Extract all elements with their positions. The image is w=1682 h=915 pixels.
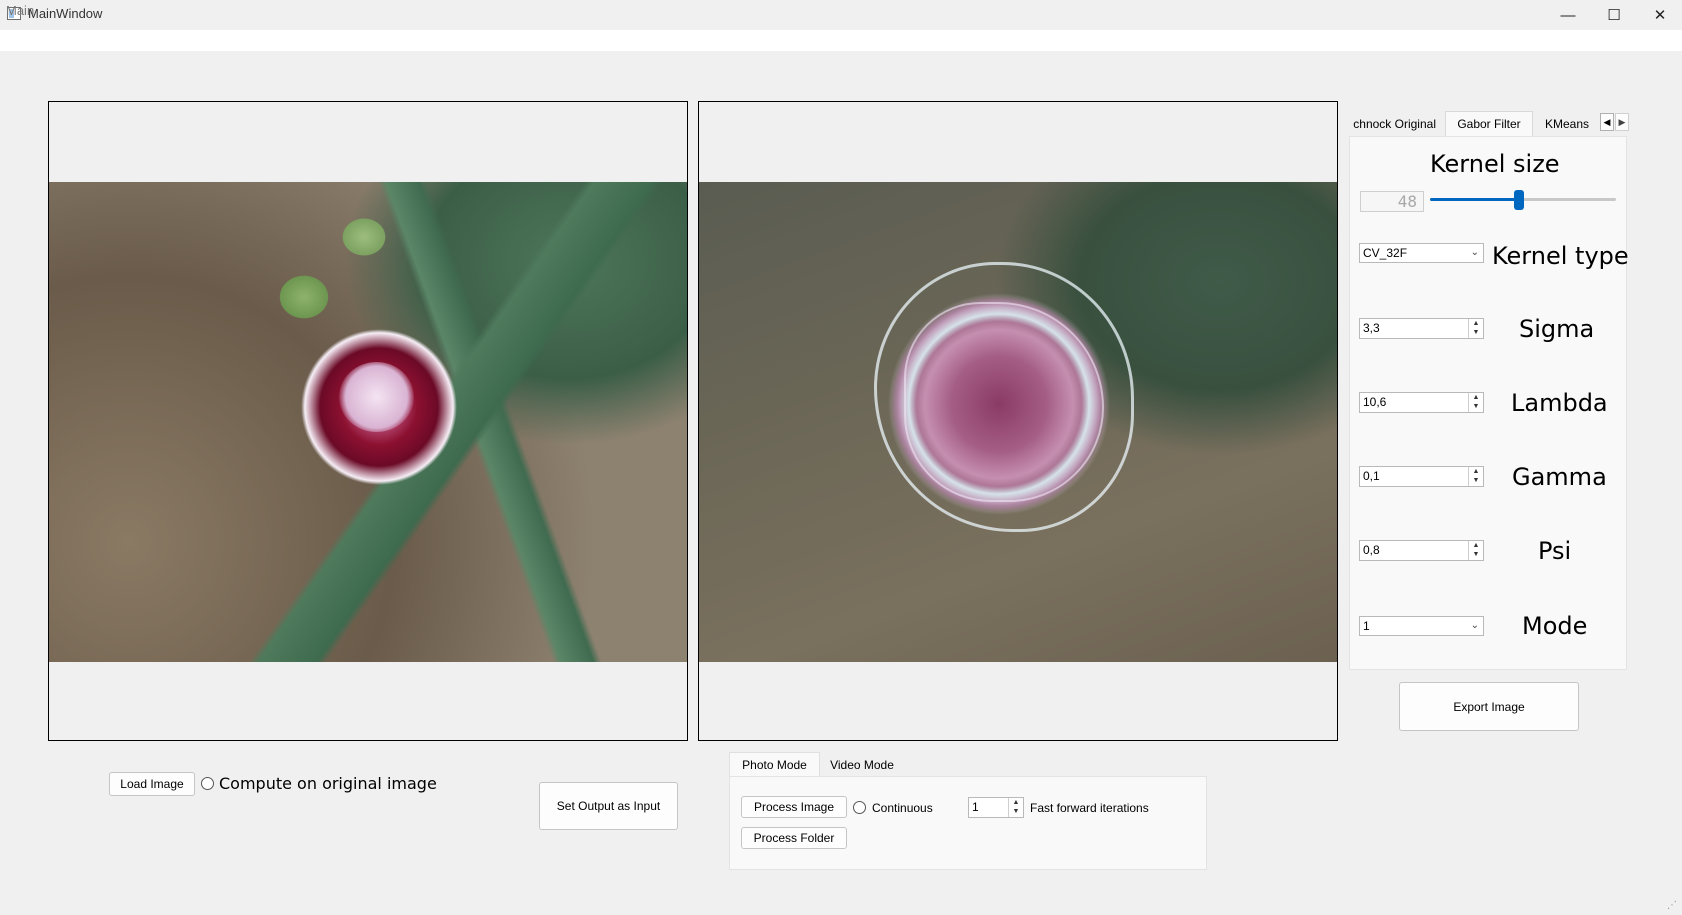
kernel-type-dropdown[interactable]: CV_32F ⌄ — [1359, 243, 1484, 263]
iterations-spinbox[interactable]: 1 ▲ ▼ — [968, 797, 1024, 818]
kernel-size-slider-handle[interactable] — [1514, 190, 1524, 210]
sigma-spinbox[interactable]: 3,3 ▲ ▼ — [1359, 318, 1484, 339]
lambda-label: Lambda — [1511, 389, 1608, 417]
tab-scroll-right-icon[interactable]: ▶ — [1615, 113, 1629, 131]
process-image-button[interactable]: Process Image — [741, 796, 847, 818]
kernel-type-label: Kernel type — [1492, 242, 1629, 270]
spin-up-icon[interactable]: ▲ — [1469, 541, 1483, 550]
process-folder-button[interactable]: Process Folder — [741, 827, 847, 849]
flower-center — [339, 362, 414, 432]
output-photo-gabor-filtered — [699, 182, 1337, 662]
maximize-button[interactable]: ☐ — [1591, 0, 1637, 30]
spin-down-icon[interactable]: ▼ — [1469, 550, 1483, 559]
tab-scroll-left-icon[interactable]: ◀ — [1600, 113, 1614, 131]
psi-spinbox[interactable]: 0,8 ▲ ▼ — [1359, 540, 1484, 561]
iterations-value: 1 — [972, 800, 979, 814]
spin-up-icon[interactable]: ▲ — [1469, 393, 1483, 402]
gamma-spinbox[interactable]: 0,1 ▲ ▼ — [1359, 466, 1484, 487]
resize-grip-icon[interactable]: ⋰ — [1667, 900, 1677, 911]
tab-photo-mode[interactable]: Photo Mode — [729, 752, 820, 777]
menu-bar — [0, 30, 1682, 51]
continuous-radio[interactable] — [853, 801, 866, 814]
psi-value: 0,8 — [1363, 543, 1380, 557]
tab-video-mode[interactable]: Video Mode — [820, 753, 904, 777]
tab-kmeans[interactable]: KMeans — [1533, 112, 1601, 136]
lambda-value: 10,6 — [1363, 395, 1387, 409]
mode-value: 1 — [1363, 619, 1370, 633]
gamma-stepper[interactable]: ▲ ▼ — [1468, 467, 1483, 486]
spin-down-icon[interactable]: ▼ — [1469, 476, 1483, 485]
gamma-value: 0,1 — [1363, 469, 1380, 483]
spin-up-icon[interactable]: ▲ — [1469, 467, 1483, 476]
minimize-button[interactable]: — — [1545, 0, 1591, 30]
load-image-button[interactable]: Load Image — [109, 772, 195, 796]
window-title: MainWindow — [28, 6, 103, 21]
chevron-down-icon: ⌄ — [1470, 620, 1479, 631]
output-image-view — [698, 101, 1338, 741]
spin-up-icon[interactable]: ▲ — [1009, 798, 1023, 807]
close-button[interactable]: ✕ — [1637, 0, 1682, 30]
photo-mode-page — [729, 776, 1207, 870]
chevron-down-icon: ⌄ — [1470, 247, 1479, 258]
kernel-type-value: CV_32F — [1363, 246, 1408, 260]
kernel-size-label: Kernel size — [1430, 150, 1560, 178]
tab-gabor-filter[interactable]: Gabor Filter — [1445, 111, 1533, 136]
psi-stepper[interactable]: ▲ ▼ — [1468, 541, 1483, 560]
compute-original-label[interactable]: Compute on original image — [219, 774, 437, 793]
lambda-stepper[interactable]: ▲ ▼ — [1468, 393, 1483, 412]
kernel-size-slider-fill — [1430, 198, 1519, 201]
gamma-label: Gamma — [1512, 463, 1607, 491]
lambda-spinbox[interactable]: 10,6 ▲ ▼ — [1359, 392, 1484, 413]
mode-label: Mode — [1522, 612, 1588, 640]
input-image-view — [48, 101, 688, 741]
input-photo-carnation — [49, 182, 687, 662]
compute-original-radio[interactable] — [201, 777, 214, 790]
tab-canny-schnock-original[interactable]: chnock Original — [1349, 112, 1444, 136]
spin-down-icon[interactable]: ▼ — [1469, 328, 1483, 337]
sigma-label: Sigma — [1519, 315, 1595, 343]
menu-main[interactable]: Main — [6, 3, 34, 18]
spin-up-icon[interactable]: ▲ — [1469, 319, 1483, 328]
set-output-as-input-button[interactable]: Set Output as Input — [539, 782, 678, 830]
spin-down-icon[interactable]: ▼ — [1469, 402, 1483, 411]
filter-tab-bar: chnock Original Gabor Filter KMeans — [1349, 111, 1619, 136]
export-image-button[interactable]: Export Image — [1399, 682, 1579, 731]
spin-down-icon[interactable]: ▼ — [1009, 807, 1023, 816]
sigma-stepper[interactable]: ▲ ▼ — [1468, 319, 1483, 338]
psi-label: Psi — [1538, 537, 1572, 565]
title-bar — [0, 0, 1682, 30]
sigma-value: 3,3 — [1363, 321, 1380, 335]
iterations-stepper[interactable]: ▲ ▼ — [1008, 798, 1023, 817]
continuous-label[interactable]: Continuous — [872, 801, 933, 815]
iterations-label: Fast forward iterations — [1030, 801, 1149, 815]
kernel-size-display: 48 — [1360, 191, 1424, 212]
mode-dropdown[interactable]: 1 ⌄ — [1359, 616, 1484, 636]
